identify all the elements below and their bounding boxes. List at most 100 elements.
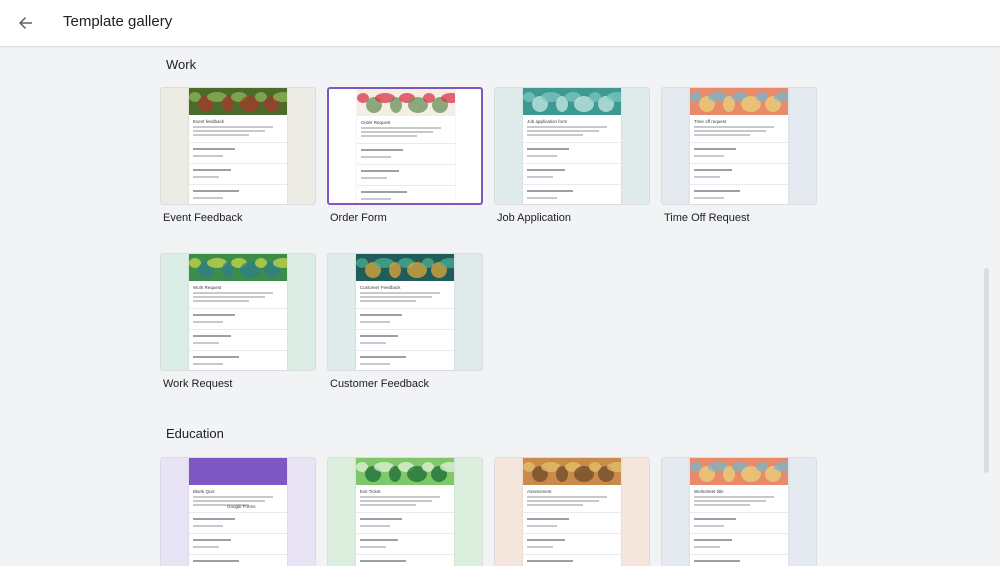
header-image bbox=[523, 458, 621, 485]
form-preview-title: Job application form bbox=[527, 119, 568, 124]
answer-line bbox=[694, 546, 720, 548]
section-divider bbox=[356, 308, 454, 309]
answer-line bbox=[193, 155, 223, 157]
question-line bbox=[193, 148, 235, 150]
template-label[interactable]: Work Request bbox=[163, 378, 233, 390]
answer-line bbox=[360, 363, 390, 365]
answer-line bbox=[361, 198, 391, 200]
form-preview-title: Blank Quiz bbox=[193, 489, 215, 494]
question-line bbox=[527, 518, 569, 520]
answer-line bbox=[193, 525, 223, 527]
template-card-work-request[interactable]: Work Request Work Request bbox=[160, 253, 316, 390]
section-divider bbox=[357, 185, 455, 186]
answer-line bbox=[360, 546, 386, 548]
template-thumbnail-order-form[interactable]: Order Request bbox=[327, 87, 483, 205]
answer-line bbox=[193, 197, 223, 199]
template-thumbnail-event-feedback[interactable]: Event feedback bbox=[160, 87, 316, 205]
form-preview-title: Work Request bbox=[193, 285, 222, 290]
template-label[interactable]: Order Form bbox=[330, 212, 387, 224]
description-line bbox=[360, 504, 416, 506]
scrollbar-thumb[interactable] bbox=[984, 268, 989, 473]
question-line bbox=[193, 169, 231, 171]
template-thumbnail-work-request[interactable]: Work Request bbox=[160, 253, 316, 371]
section-divider bbox=[690, 163, 788, 164]
section-divider bbox=[690, 184, 788, 185]
question-line bbox=[360, 335, 398, 337]
section-divider bbox=[189, 329, 287, 330]
template-thumbnail-time-off-request[interactable]: Time off request bbox=[661, 87, 817, 205]
template-card-event-feedback[interactable]: Event feedback Event Feedback bbox=[160, 87, 316, 224]
section-divider bbox=[690, 554, 788, 555]
question-line bbox=[361, 191, 407, 193]
question-line bbox=[527, 560, 573, 562]
form-preview-title: Exit Ticket bbox=[360, 489, 381, 494]
section-divider bbox=[189, 533, 287, 534]
section-divider bbox=[356, 554, 454, 555]
template-thumbnail-assessment[interactable]: Assessment bbox=[494, 457, 650, 566]
form-preview: Time off request bbox=[690, 88, 788, 204]
description-line bbox=[193, 292, 273, 294]
form-footer-brand: Google Forms bbox=[227, 504, 256, 509]
description-line bbox=[361, 131, 433, 133]
template-card-worksheet-title[interactable]: Worksheet title bbox=[661, 457, 817, 566]
template-card-blank-quiz[interactable]: Blank Quiz Google Forms bbox=[160, 457, 316, 566]
section-divider bbox=[189, 163, 287, 164]
description-line bbox=[694, 500, 766, 502]
answer-line bbox=[361, 177, 387, 179]
question-line bbox=[193, 314, 235, 316]
description-line bbox=[694, 130, 766, 132]
template-thumbnail-blank-quiz[interactable]: Blank Quiz Google Forms bbox=[160, 457, 316, 566]
back-button[interactable] bbox=[13, 10, 39, 36]
form-preview: Assessment bbox=[523, 458, 621, 566]
description-line bbox=[361, 135, 417, 137]
template-label[interactable]: Customer Feedback bbox=[330, 378, 429, 390]
template-label[interactable]: Event Feedback bbox=[163, 212, 243, 224]
answer-line bbox=[360, 342, 386, 344]
question-line bbox=[360, 356, 406, 358]
template-card-customer-feedback[interactable]: Customer Feedback Customer Feedback bbox=[327, 253, 483, 390]
description-line bbox=[527, 500, 599, 502]
header-image bbox=[523, 88, 621, 115]
header-image bbox=[189, 88, 287, 115]
template-card-time-off-request[interactable]: Time off request Time Off Request bbox=[661, 87, 817, 224]
form-preview: Blank Quiz Google Forms bbox=[189, 458, 287, 566]
template-thumbnail-exit-ticket[interactable]: Exit Ticket bbox=[327, 457, 483, 566]
answer-line bbox=[193, 546, 219, 548]
form-preview: Customer Feedback bbox=[356, 254, 454, 370]
answer-line bbox=[527, 176, 553, 178]
template-label[interactable]: Time Off Request bbox=[664, 212, 750, 224]
answer-line bbox=[360, 525, 390, 527]
description-line bbox=[527, 504, 583, 506]
template-card-assessment[interactable]: Assessment bbox=[494, 457, 650, 566]
section-divider bbox=[523, 142, 621, 143]
section-divider bbox=[523, 533, 621, 534]
template-card-order-form[interactable]: Order Request Order Form bbox=[327, 87, 483, 224]
description-line bbox=[360, 496, 440, 498]
question-line bbox=[694, 518, 736, 520]
question-line bbox=[193, 335, 231, 337]
description-line bbox=[527, 126, 607, 128]
section-divider bbox=[690, 533, 788, 534]
template-card-exit-ticket[interactable]: Exit Ticket bbox=[327, 457, 483, 566]
form-preview: Work Request bbox=[189, 254, 287, 370]
answer-line bbox=[193, 342, 219, 344]
description-line bbox=[527, 130, 599, 132]
form-preview: Job application form bbox=[523, 88, 621, 204]
description-line bbox=[193, 126, 273, 128]
template-thumbnail-job-application[interactable]: Job application form bbox=[494, 87, 650, 205]
form-preview-title: Customer Feedback bbox=[360, 285, 401, 290]
answer-line bbox=[694, 197, 724, 199]
section-title-work: Work bbox=[166, 57, 197, 72]
template-card-job-application[interactable]: Job application form Job Application bbox=[494, 87, 650, 224]
form-preview: Order Request bbox=[357, 89, 455, 203]
template-label[interactable]: Job Application bbox=[497, 212, 571, 224]
question-line bbox=[694, 190, 740, 192]
template-thumbnail-customer-feedback[interactable]: Customer Feedback bbox=[327, 253, 483, 371]
answer-line bbox=[527, 197, 557, 199]
question-line bbox=[193, 518, 235, 520]
description-line bbox=[193, 496, 273, 498]
question-line bbox=[193, 356, 239, 358]
template-thumbnail-worksheet-title[interactable]: Worksheet title bbox=[661, 457, 817, 566]
section-divider bbox=[523, 512, 621, 513]
section-divider bbox=[357, 143, 455, 144]
